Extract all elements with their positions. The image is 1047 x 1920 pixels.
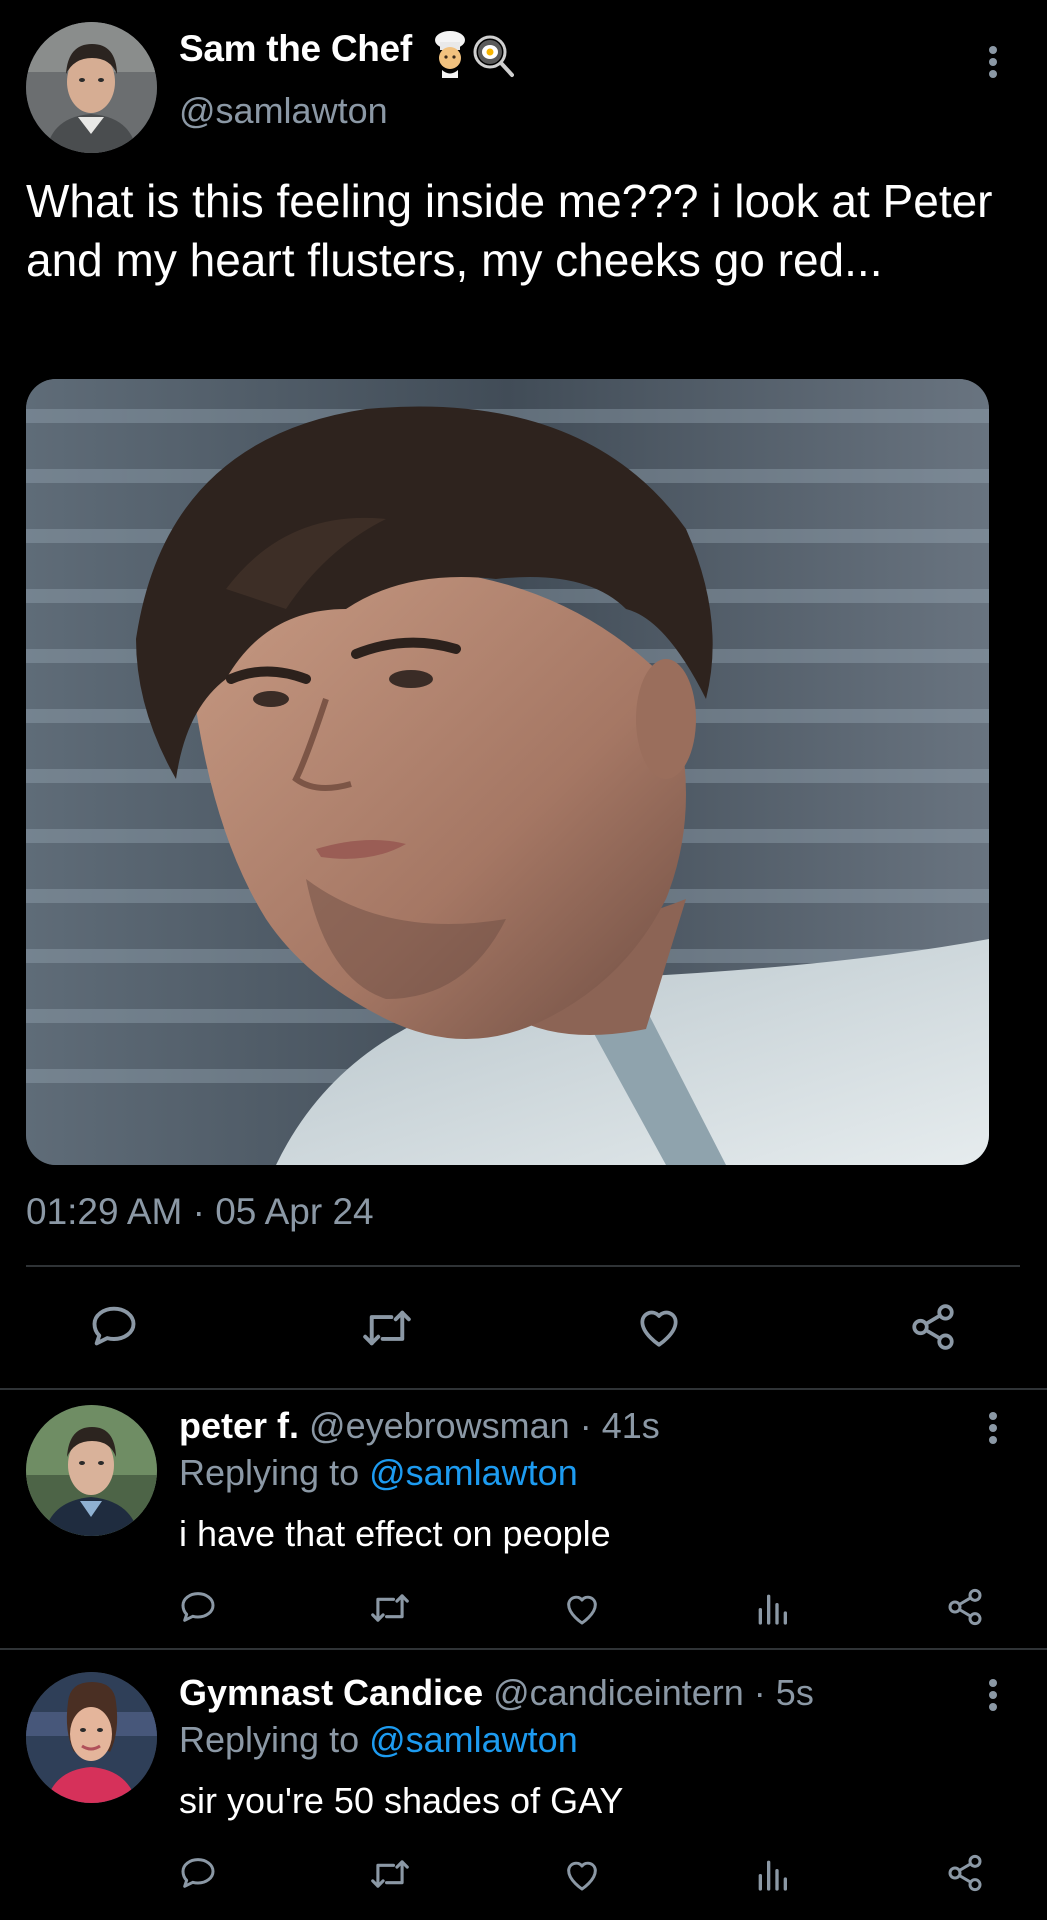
photo-close-up-man [26,379,989,1165]
reply-author-name[interactable]: Gymnast Candice [179,1672,483,1713]
reply-avatar[interactable] [26,1672,157,1803]
replying-to-label: Replying to [179,1719,370,1760]
views-icon[interactable] [754,1588,790,1628]
replying-to-line: Replying to @samlawton [179,1719,578,1761]
reply-meta[interactable]: @eyebrowsman · 41s [309,1405,660,1446]
reply-author-name[interactable]: peter f. [179,1405,299,1446]
tweet-timestamp: 01:29 AM · 05 Apr 24 [26,1191,374,1232]
more-options-icon[interactable] [986,1679,1000,1715]
reply-text: i have that effect on people [179,1513,611,1554]
name-emoji-group [428,30,514,78]
tweet-photo[interactable] [26,379,989,1165]
author-handle[interactable]: @samlawton [179,90,388,132]
replying-to-label: Replying to [179,1452,370,1493]
retweet-icon[interactable] [369,1589,411,1627]
share-icon[interactable] [945,1853,985,1893]
replying-to-mention[interactable]: @samlawton [369,1719,578,1760]
share-icon[interactable] [908,1302,958,1352]
replying-to-mention[interactable]: @samlawton [369,1452,578,1493]
share-icon[interactable] [945,1587,985,1627]
divider [0,1388,1047,1390]
divider [26,1265,1020,1267]
reply-icon[interactable] [178,1853,218,1893]
reply-meta[interactable]: @candiceintern · 5s [493,1672,814,1713]
reply-header: Gymnast Candice @candiceintern · 5s [179,1672,814,1714]
reply-avatar[interactable] [26,1405,157,1536]
reply-icon[interactable] [88,1300,140,1352]
author-avatar[interactable] [26,22,157,153]
retweet-icon[interactable] [369,1855,411,1893]
author-name[interactable]: Sam the Chef [179,28,412,70]
reply-header: peter f. @eyebrowsman · 41s [179,1405,660,1447]
divider [0,1648,1047,1650]
like-icon[interactable] [562,1855,602,1893]
reply-text: sir you're 50 shades of GAY [179,1780,624,1821]
more-options-icon[interactable] [986,46,1000,82]
retweet-icon[interactable] [360,1304,414,1352]
more-options-icon[interactable] [986,1412,1000,1448]
like-icon[interactable] [562,1589,602,1627]
replying-to-line: Replying to @samlawton [179,1452,578,1494]
tweet-text: What is this feeling inside me??? i look… [26,175,993,286]
views-icon[interactable] [754,1854,790,1894]
like-icon[interactable] [634,1302,684,1350]
chef-emoji [435,31,514,78]
reply-icon[interactable] [178,1587,218,1627]
